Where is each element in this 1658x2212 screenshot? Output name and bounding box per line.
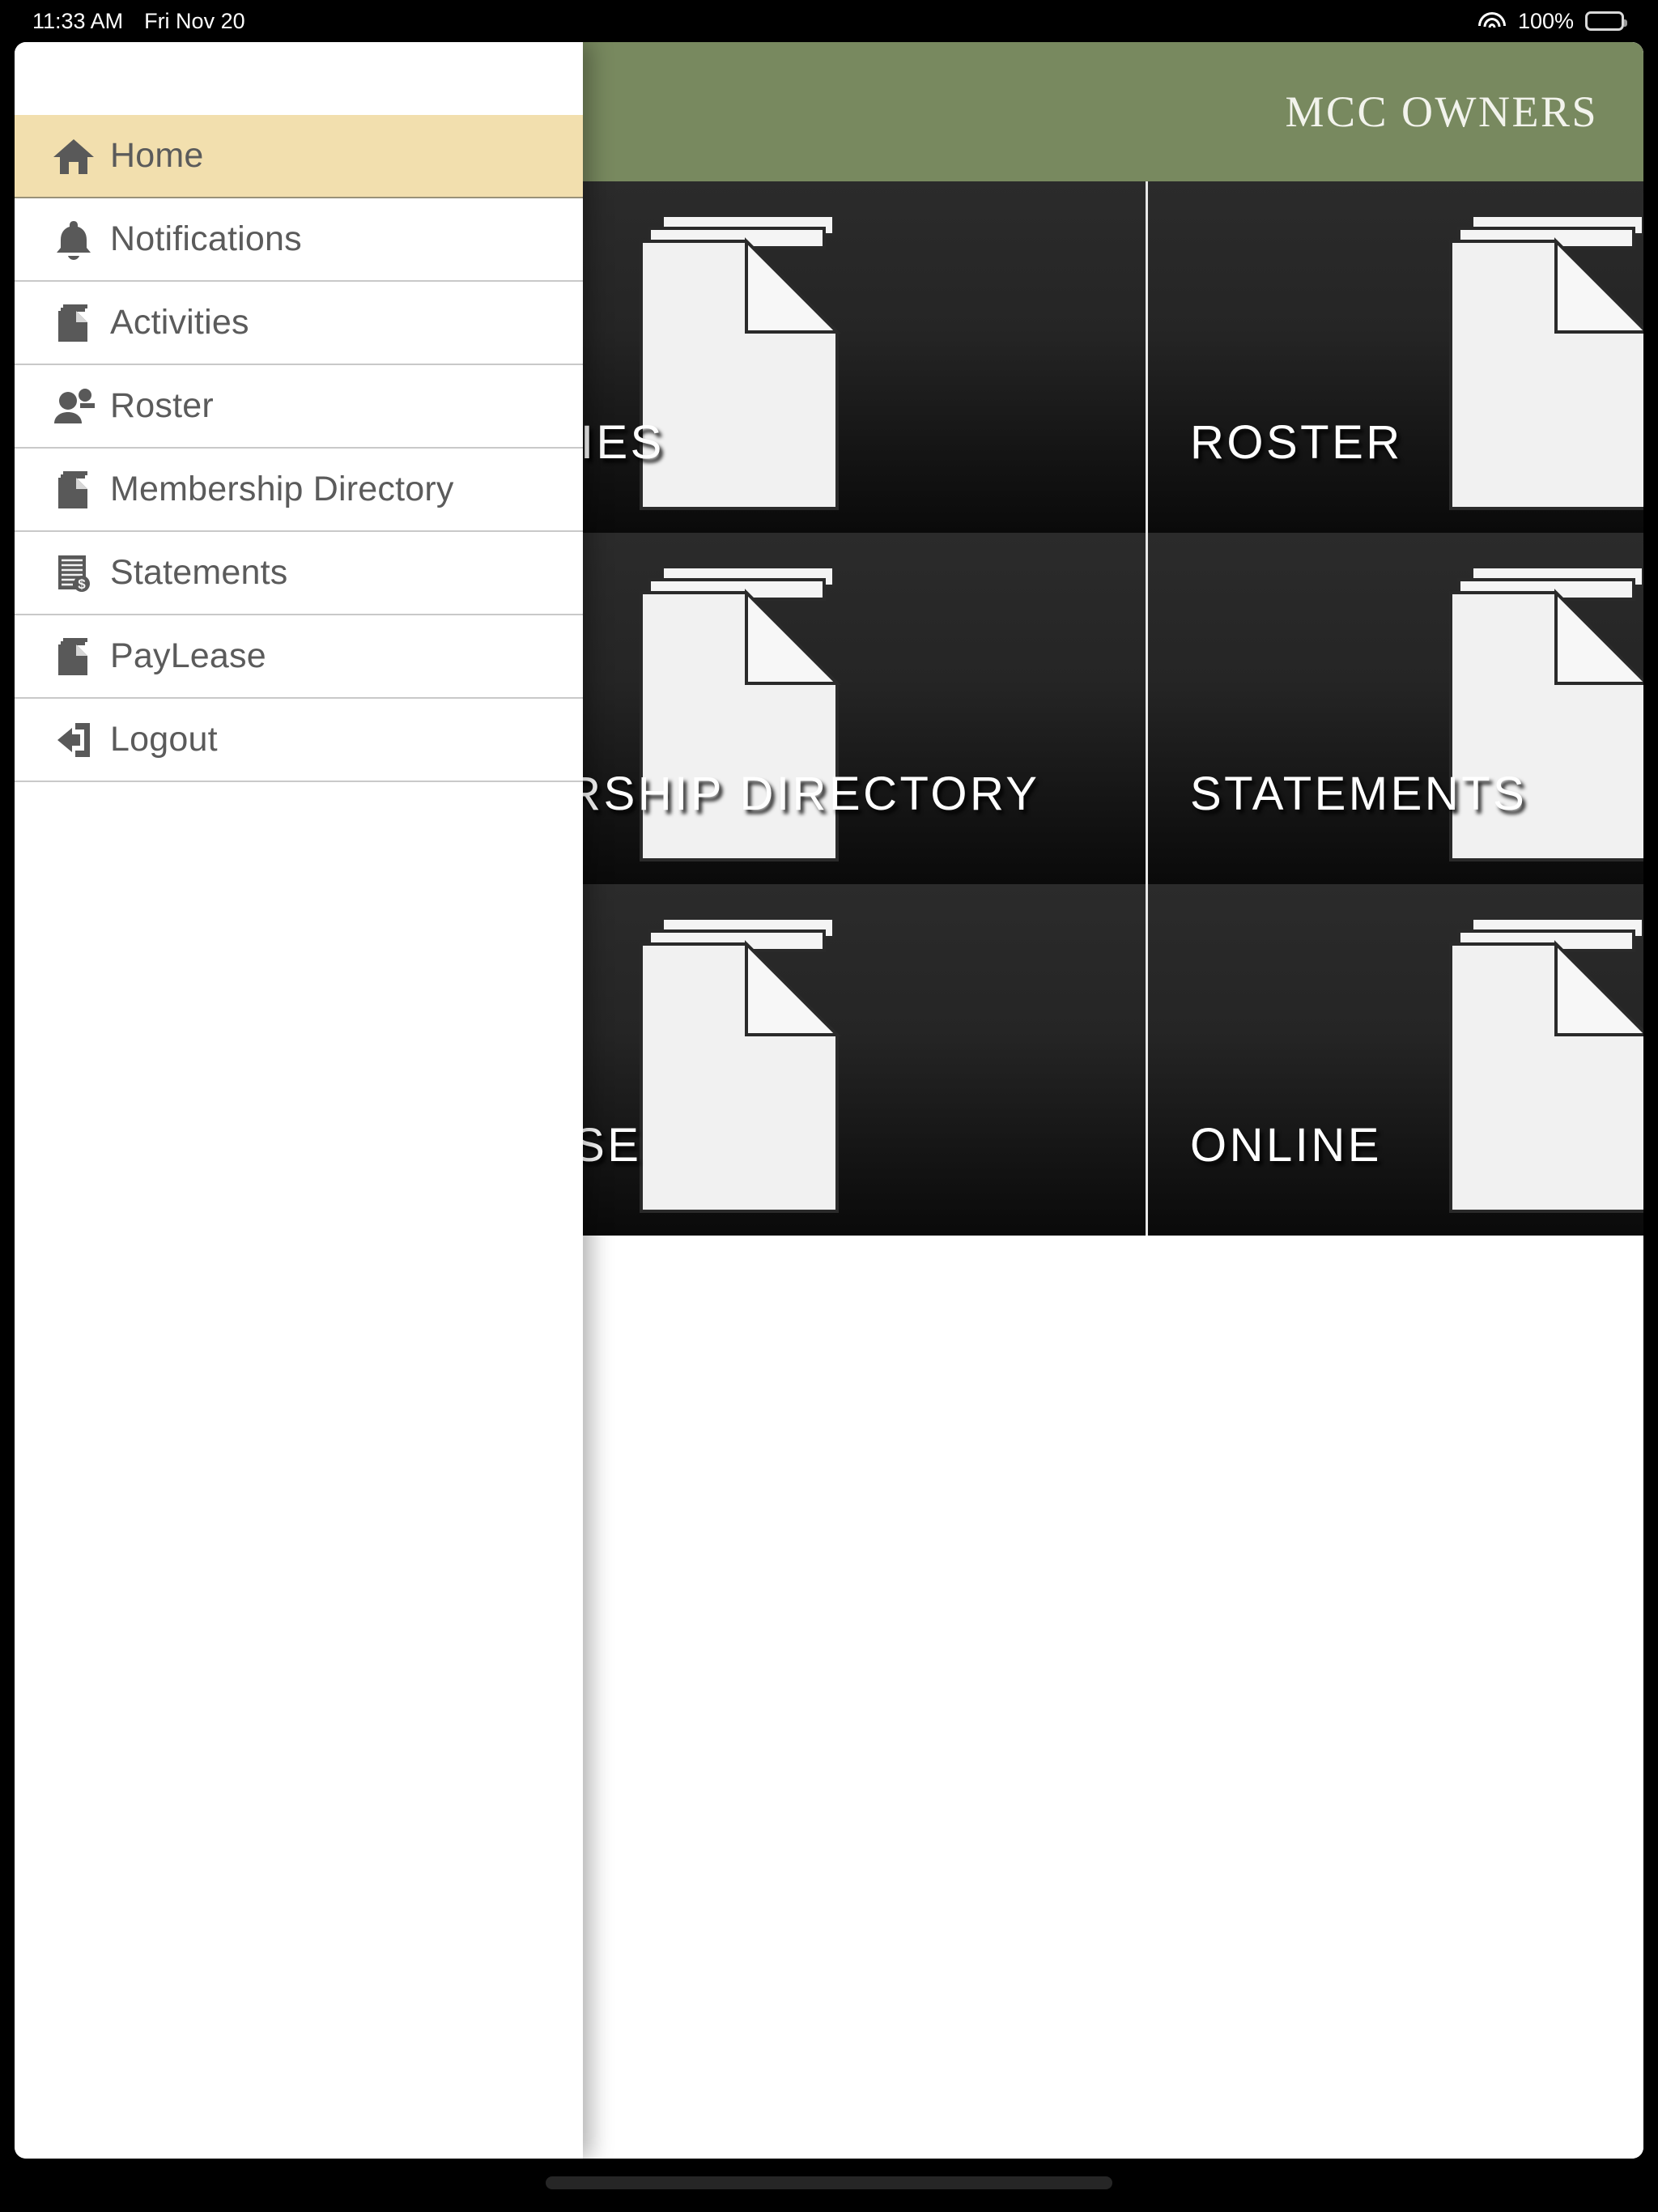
- document-stack-icon: [1448, 214, 1643, 510]
- battery-full-icon: [1585, 11, 1627, 31]
- sidebar-item-label: PayLease: [110, 636, 266, 675]
- people-icon: [49, 388, 99, 425]
- sidebar-item-home[interactable]: Home: [15, 115, 583, 198]
- drawer-top-spacer: [15, 42, 583, 115]
- status-bar-right: 100%: [1477, 8, 1627, 34]
- status-bar: 11:33 AM Fri Nov 20 100%: [0, 0, 1658, 42]
- tile-label: ONLINE: [1190, 1119, 1382, 1172]
- home-indicator[interactable]: [546, 2176, 1112, 2189]
- app-screen: MENU MCC OWNERS ACTIVITIES: [15, 42, 1643, 2159]
- logout-arrow-icon: [49, 721, 99, 759]
- navigation-drawer: Home Notifications Activities Roster Mem: [15, 42, 583, 2159]
- status-bar-left: 11:33 AM Fri Nov 20: [32, 9, 245, 34]
- sidebar-item-label: Membership Directory: [110, 470, 454, 508]
- sidebar-item-activities[interactable]: Activities: [15, 282, 583, 365]
- sidebar-item-statements[interactable]: $ Statements: [15, 532, 583, 615]
- sidebar-item-paylease[interactable]: PayLease: [15, 615, 583, 699]
- tile-statements[interactable]: STATEMENTS: [1148, 533, 1643, 884]
- sidebar-item-label: Home: [110, 136, 204, 175]
- sidebar-item-roster[interactable]: Roster: [15, 365, 583, 449]
- statement-dollar-icon: $: [49, 553, 99, 593]
- sidebar-item-logout[interactable]: Logout: [15, 699, 583, 782]
- bell-icon: [49, 219, 99, 260]
- page-title: MCC OWNERS: [1285, 87, 1598, 136]
- svg-text:$: $: [78, 576, 86, 592]
- wifi-icon: [1477, 11, 1507, 32]
- document-stack-icon: [49, 303, 99, 343]
- home-icon: [49, 137, 99, 176]
- battery-percent-label: 100%: [1517, 8, 1574, 33]
- tile-roster[interactable]: ROSTER: [1148, 181, 1643, 533]
- document-stack-icon: [639, 917, 841, 1213]
- tile-label: STATEMENTS: [1190, 768, 1528, 820]
- tile-online[interactable]: ONLINE: [1148, 884, 1643, 1236]
- document-stack-icon: [49, 470, 99, 510]
- sidebar-item-notifications[interactable]: Notifications: [15, 198, 583, 282]
- sidebar-item-membership-directory[interactable]: Membership Directory: [15, 449, 583, 532]
- sidebar-item-label: Notifications: [110, 219, 302, 258]
- sidebar-item-label: Activities: [110, 303, 249, 342]
- sidebar-item-label: Statements: [110, 553, 288, 592]
- tile-label: ROSTER: [1190, 416, 1403, 469]
- document-stack-icon: [1448, 917, 1643, 1213]
- sidebar-item-label: Roster: [110, 386, 214, 425]
- document-stack-icon: [49, 636, 99, 677]
- status-date: Fri Nov 20: [144, 8, 245, 33]
- status-time: 11:33 AM: [32, 8, 124, 33]
- sidebar-item-label: Logout: [110, 720, 218, 759]
